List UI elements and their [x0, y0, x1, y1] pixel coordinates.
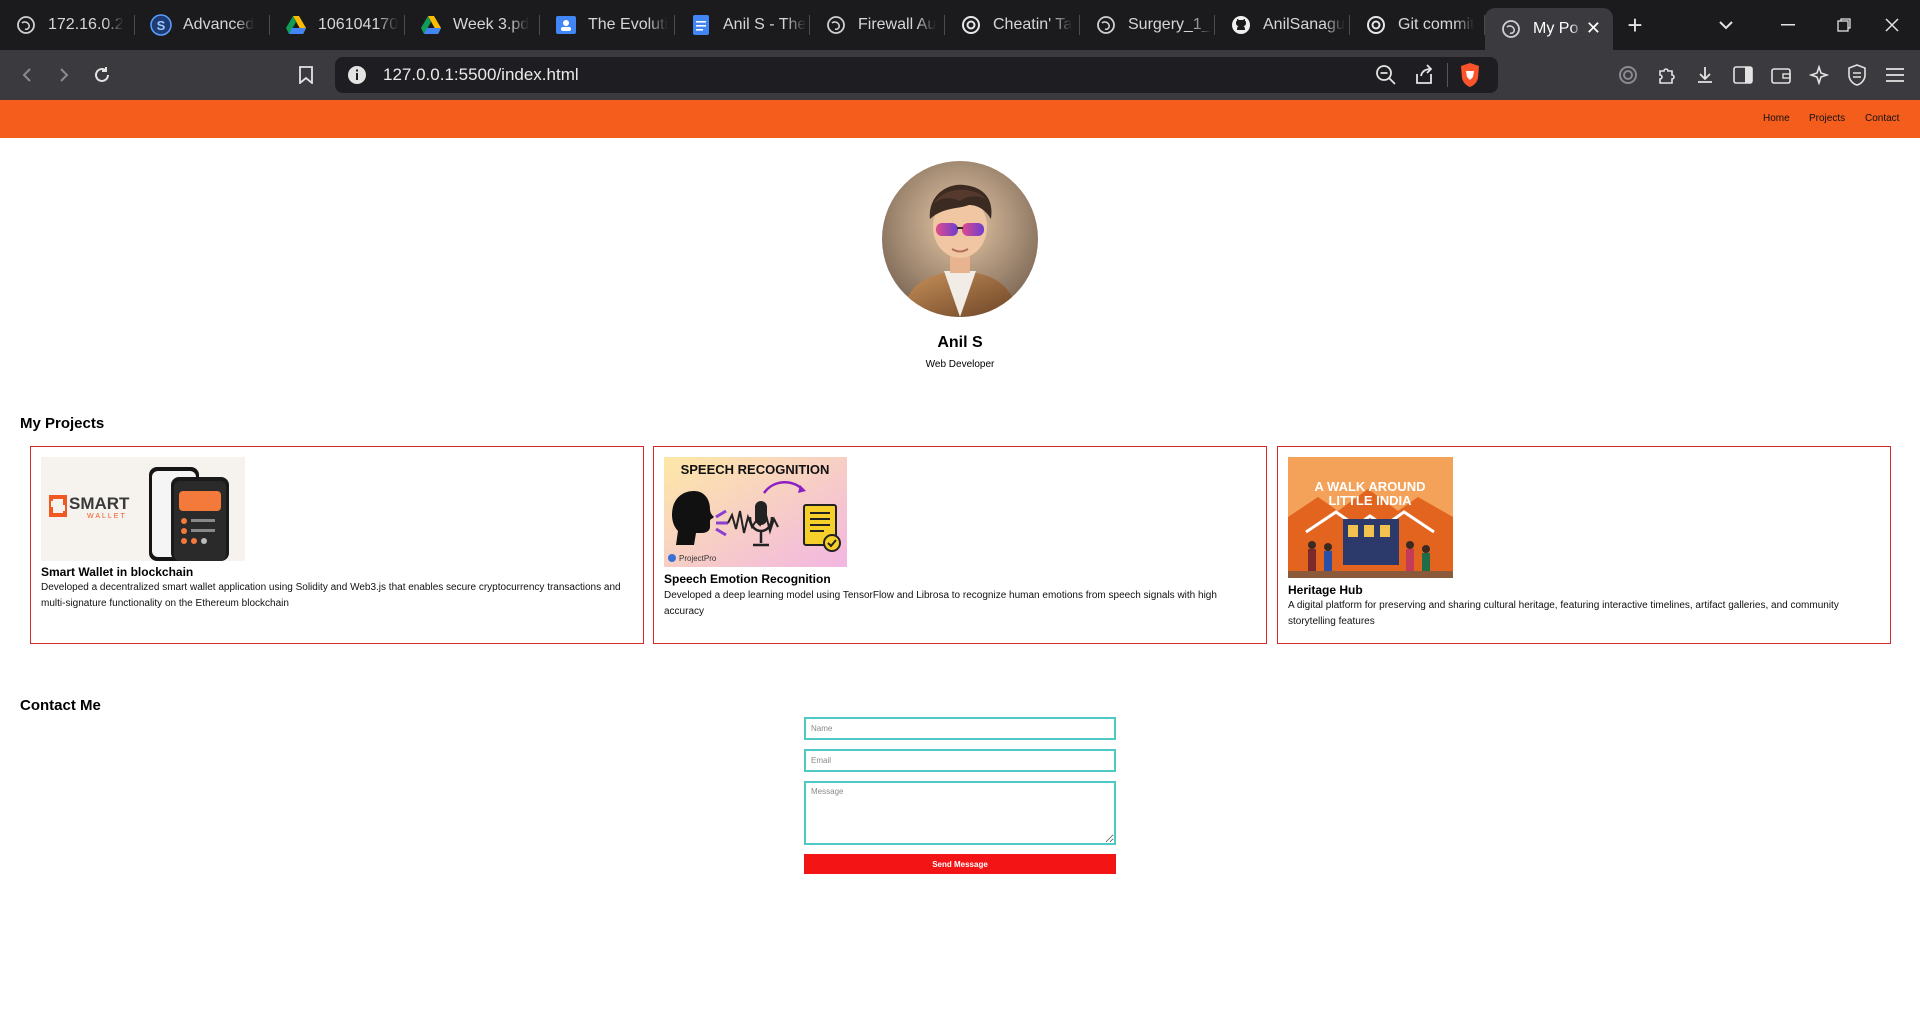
project-description: Developed a decentralized smart wallet a…	[41, 582, 621, 609]
google-docs-icon	[689, 13, 713, 37]
tab-title: 106104170	[318, 16, 399, 33]
chatgpt-icon	[1364, 13, 1388, 37]
profile-role: Web Developer	[925, 359, 995, 370]
globe-icon	[1499, 17, 1523, 41]
bookmark-icon[interactable]	[290, 59, 322, 91]
reload-icon[interactable]	[86, 59, 118, 91]
browser-tab[interactable]: Week 3.pd	[405, 0, 540, 50]
email-input[interactable]	[804, 749, 1116, 772]
share-icon[interactable]	[1413, 64, 1435, 91]
tab-title: 172.16.0.2	[48, 16, 124, 33]
contact-heading: Contact Me	[20, 697, 101, 714]
profile-avatar	[882, 161, 1038, 317]
project-title: Heritage Hub	[1288, 583, 1363, 597]
new-tab-button[interactable]: +	[1613, 0, 1657, 50]
heritage-image-line2: LITTLE INDIA	[1328, 493, 1412, 508]
heritage-image-line1: A WALK AROUND	[1315, 479, 1426, 494]
project-card: SPEECH RECOGNITION ProjectPro Speech Emo…	[653, 446, 1267, 644]
browser-tab[interactable]: S Advanced	[135, 0, 270, 50]
smart-wallet-logo-text: SMART	[69, 494, 130, 513]
message-textarea[interactable]	[804, 781, 1116, 845]
tab-title: Advanced	[183, 16, 255, 33]
chatgpt-icon	[959, 13, 983, 37]
web-page: Home Projects Contact Anil S Web Develop…	[0, 100, 1920, 1020]
google-drive-icon	[419, 13, 443, 37]
profile-name: Anil S	[937, 334, 983, 351]
tab-title: Firewall Au	[858, 16, 937, 33]
github-icon	[1229, 13, 1253, 37]
s-logo-icon: S	[149, 13, 173, 37]
browser-tab-active[interactable]: My Po ✕	[1485, 8, 1613, 50]
browser-tab[interactable]: Surgery_1_	[1080, 0, 1215, 50]
tab-title: AnilSanagu	[1263, 16, 1345, 33]
speech-recognition-image: SPEECH RECOGNITION ProjectPro	[664, 457, 847, 567]
svg-text:S: S	[157, 18, 166, 33]
nav-link-projects[interactable]: Projects	[1809, 113, 1845, 124]
extension-circle-icon[interactable]	[1613, 60, 1643, 90]
close-window-button[interactable]	[1864, 0, 1920, 50]
browser-tab[interactable]: 106104170	[270, 0, 405, 50]
menu-hamburger-icon[interactable]	[1880, 60, 1910, 90]
forward-arrow-icon[interactable]	[48, 59, 80, 91]
browser-tab[interactable]: The Evoluti	[540, 0, 675, 50]
tab-title: Cheatin' Ta	[993, 16, 1073, 33]
extensions-puzzle-icon[interactable]	[1652, 60, 1682, 90]
projects-heading: My Projects	[20, 415, 105, 432]
smart-wallet-image: SMART WALLET	[41, 457, 245, 561]
zoom-icon[interactable]	[1375, 64, 1397, 91]
browser-tab[interactable]: Git commit	[1350, 0, 1485, 50]
globe-icon	[14, 13, 38, 37]
nav-link-home[interactable]: Home	[1763, 113, 1790, 124]
tab-title: My Po	[1533, 20, 1579, 37]
tab-title: Git commit	[1398, 16, 1475, 33]
project-title: Smart Wallet in blockchain	[41, 565, 194, 579]
vpn-shield-icon[interactable]	[1842, 60, 1872, 90]
tab-title: The Evoluti	[588, 16, 669, 33]
google-drive-icon	[284, 13, 308, 37]
nav-link-contact[interactable]: Contact	[1865, 113, 1899, 124]
browser-tab[interactable]: Anil S - The	[675, 0, 810, 50]
browser-tab[interactable]: AnilSanagu	[1215, 0, 1350, 50]
smart-wallet-logo-subtext: WALLET	[87, 513, 127, 520]
project-card: A WALK AROUND LITTLE INDIA Heritage Hub …	[1277, 446, 1891, 644]
tab-search-chevron-icon[interactable]	[1706, 0, 1746, 50]
project-description: A digital platform for preserving and sh…	[1288, 600, 1839, 627]
tab-title: Anil S - The	[723, 16, 807, 33]
close-tab-icon[interactable]: ✕	[1586, 18, 1601, 39]
tab-title: Week 3.pd	[453, 16, 530, 33]
send-message-button[interactable]: Send Message	[804, 854, 1116, 874]
download-icon[interactable]	[1690, 60, 1720, 90]
brave-shields-icon[interactable]	[1459, 62, 1481, 93]
heritage-hub-image: A WALK AROUND LITTLE INDIA	[1288, 457, 1453, 578]
speech-image-banner: SPEECH RECOGNITION	[681, 462, 830, 477]
globe-icon	[824, 13, 848, 37]
globe-icon	[1094, 13, 1118, 37]
project-card: SMART WALLET Smart Wallet in blockchain …	[30, 446, 644, 644]
wallet-icon[interactable]	[1766, 60, 1796, 90]
speech-image-credit: ProjectPro	[679, 554, 717, 563]
sidebar-icon[interactable]	[1728, 60, 1758, 90]
address-text: 127.0.0.1:5500/index.html	[383, 65, 579, 84]
browser-tab[interactable]: Cheatin' Ta	[945, 0, 1080, 50]
name-input[interactable]	[804, 717, 1116, 740]
project-description: Developed a deep learning model using Te…	[664, 590, 1217, 617]
site-info-icon[interactable]	[347, 65, 367, 90]
leo-ai-icon[interactable]	[1804, 60, 1834, 90]
project-title: Speech Emotion Recognition	[664, 572, 831, 586]
google-classroom-icon	[554, 13, 578, 37]
address-divider	[1447, 63, 1448, 87]
tab-title: Surgery_1_	[1128, 16, 1211, 33]
browser-toolbar: 127.0.0.1:5500/index.html	[0, 50, 1920, 100]
browser-tab[interactable]: 172.16.0.2	[0, 0, 135, 50]
back-arrow-icon[interactable]	[11, 59, 43, 91]
minimize-button[interactable]	[1760, 0, 1816, 50]
browser-tab[interactable]: Firewall Au	[810, 0, 945, 50]
address-bar[interactable]: 127.0.0.1:5500/index.html	[335, 57, 1498, 93]
browser-tab-strip: 172.16.0.2 S Advanced 106104170 Week 3.p…	[0, 0, 1920, 50]
site-nav-bar: Home Projects Contact	[0, 100, 1920, 138]
